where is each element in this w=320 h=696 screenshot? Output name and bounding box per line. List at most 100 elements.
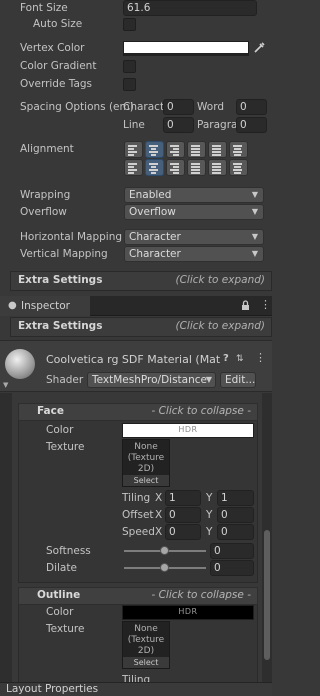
align-baseline-icon	[191, 163, 200, 175]
overflow-dropdown[interactable]: Overflow ▼	[124, 204, 264, 220]
align-top-icon	[128, 163, 137, 175]
paragraph-spacing-label: Paragra	[197, 119, 238, 131]
kebab-menu-icon[interactable]: ⋮	[255, 352, 266, 364]
foldout-arrow-icon[interactable]: ▼	[3, 379, 8, 391]
softness-slider-thumb[interactable]	[160, 546, 169, 555]
line-spacing-field[interactable]: 0	[163, 117, 194, 133]
extra-settings-foldout-bottom[interactable]: Extra Settings (Click to expand)	[10, 317, 272, 337]
speed-y-field[interactable]: 0	[217, 524, 254, 540]
hdr-badge: HDR	[178, 607, 198, 616]
align-capline-button[interactable]	[229, 159, 248, 176]
face-texture-slot[interactable]: None (Texture 2D) Select	[122, 439, 170, 487]
character-spacing-field[interactable]: 0	[163, 99, 194, 115]
align-right-icon	[170, 145, 179, 157]
extra-settings-hint: (Click to expand)	[175, 274, 265, 286]
vertex-color-label: Vertex Color	[20, 42, 85, 54]
horizontal-mapping-dropdown[interactable]: Character ▼	[124, 229, 264, 245]
align-geometry-center-button[interactable]	[229, 141, 248, 158]
softness-label: Softness	[46, 545, 91, 557]
outline-title: Outline	[37, 589, 81, 601]
face-title: Face	[37, 405, 64, 417]
outline-hint: - Click to collapse -	[151, 589, 251, 601]
align-flush-icon	[212, 145, 221, 157]
align-midline-button[interactable]	[208, 159, 227, 176]
speed-x-field[interactable]: 0	[165, 524, 201, 540]
override-tags-checkbox[interactable]	[123, 78, 136, 91]
vertex-color-swatch[interactable]	[123, 41, 249, 56]
texture-select-button[interactable]: Select	[123, 475, 169, 486]
outline-color-swatch[interactable]: HDR	[122, 605, 254, 620]
align-left-icon	[128, 145, 137, 157]
shader-dropdown[interactable]: TextMeshPro/Distance ▼	[87, 372, 216, 388]
wrapping-value: Enabled	[129, 189, 172, 201]
dilate-field[interactable]: 0	[210, 560, 254, 576]
align-right-button[interactable]	[166, 141, 185, 158]
dilate-slider-thumb[interactable]	[160, 563, 169, 572]
extra-settings-foldout-top[interactable]: Extra Settings (Click to expand)	[10, 271, 272, 291]
color-gradient-label: Color Gradient	[20, 60, 97, 72]
outline-color-label: Color	[46, 606, 74, 618]
face-foldout-header[interactable]: Face - Click to collapse -	[18, 403, 258, 421]
extra-settings-title: Extra Settings	[18, 274, 103, 286]
outline-texture-label: Texture	[46, 623, 85, 635]
texture-select-button[interactable]: Select	[123, 657, 169, 668]
vertical-mapping-value: Character	[129, 248, 181, 260]
texture-none-text: None (Texture 2D)	[127, 624, 165, 656]
word-spacing-field[interactable]: 0	[236, 99, 267, 115]
speed-x-label: X	[155, 526, 163, 538]
auto-size-label: Auto Size	[33, 18, 83, 30]
material-header: ▼ Coolvetica rg SDF Material (Mat ? ⇅ ⋮ …	[0, 340, 272, 392]
align-bottom-button[interactable]	[166, 159, 185, 176]
tab-inspector[interactable]: ● Inspector	[0, 296, 90, 316]
extra-settings-title: Extra Settings	[18, 320, 103, 332]
eyedropper-icon[interactable]	[252, 41, 266, 55]
align-top-button[interactable]	[124, 159, 143, 176]
align-geometry-center-icon	[233, 145, 242, 157]
kebab-menu-icon[interactable]: ⋮	[260, 299, 271, 311]
align-middle-button[interactable]	[145, 159, 164, 176]
layout-properties-header[interactable]: Layout Properties	[0, 682, 272, 696]
paragraph-spacing-field[interactable]: 0	[236, 117, 267, 133]
auto-size-checkbox[interactable]	[123, 18, 136, 31]
overflow-value: Overflow	[129, 206, 176, 218]
shader-value: TextMeshPro/Distance	[92, 374, 207, 386]
texture-none-text: None (Texture 2D)	[127, 442, 165, 474]
softness-field[interactable]: 0	[210, 543, 254, 559]
chevron-down-icon: ▼	[205, 375, 212, 384]
speed-label: Speed	[122, 526, 155, 538]
horizontal-mapping-label: Horizontal Mapping	[20, 231, 123, 243]
offset-x-field[interactable]: 0	[165, 507, 201, 523]
align-justified-button[interactable]	[187, 141, 206, 158]
outline-texture-slot[interactable]: None (Texture 2D) Select	[122, 621, 170, 669]
tiling-x-field[interactable]: 1	[165, 490, 201, 506]
inspector-header: ● Inspector ⋮	[0, 296, 272, 316]
edit-label: Edit...	[225, 374, 256, 386]
chevron-down-icon: ▼	[251, 232, 258, 241]
offset-y-field[interactable]: 0	[217, 507, 254, 523]
alignment-label: Alignment	[20, 143, 74, 155]
chevron-down-icon: ▼	[251, 249, 258, 258]
tiling-y-label: Y	[206, 492, 213, 504]
lock-icon[interactable]	[241, 300, 250, 315]
wrapping-dropdown[interactable]: Enabled ▼	[124, 187, 264, 203]
edit-shader-button[interactable]: Edit...	[220, 372, 256, 388]
wrapping-label: Wrapping	[20, 189, 71, 201]
help-icon[interactable]: ?	[223, 353, 229, 365]
color-gradient-checkbox[interactable]	[123, 60, 136, 73]
align-center-button[interactable]	[145, 141, 164, 158]
face-color-swatch[interactable]: HDR	[122, 423, 254, 438]
settings-sliders-icon[interactable]: ⇅	[236, 353, 244, 365]
speed-y-label: Y	[206, 526, 213, 538]
tiling-label: Tiling	[122, 492, 151, 504]
vertical-mapping-dropdown[interactable]: Character ▼	[124, 246, 264, 262]
outline-foldout-header[interactable]: Outline - Click to collapse -	[18, 587, 258, 605]
chevron-down-icon: ▼	[251, 207, 258, 216]
tiling-y-field[interactable]: 1	[217, 490, 254, 506]
align-left-button[interactable]	[124, 141, 143, 158]
spacing-options-label: Spacing Options (em)	[20, 101, 134, 113]
font-size-field[interactable]: 61.6	[123, 0, 257, 16]
scrollbar-thumb[interactable]	[264, 530, 270, 660]
line-spacing-label: Line	[123, 119, 145, 131]
align-baseline-button[interactable]	[187, 159, 206, 176]
align-flush-button[interactable]	[208, 141, 227, 158]
